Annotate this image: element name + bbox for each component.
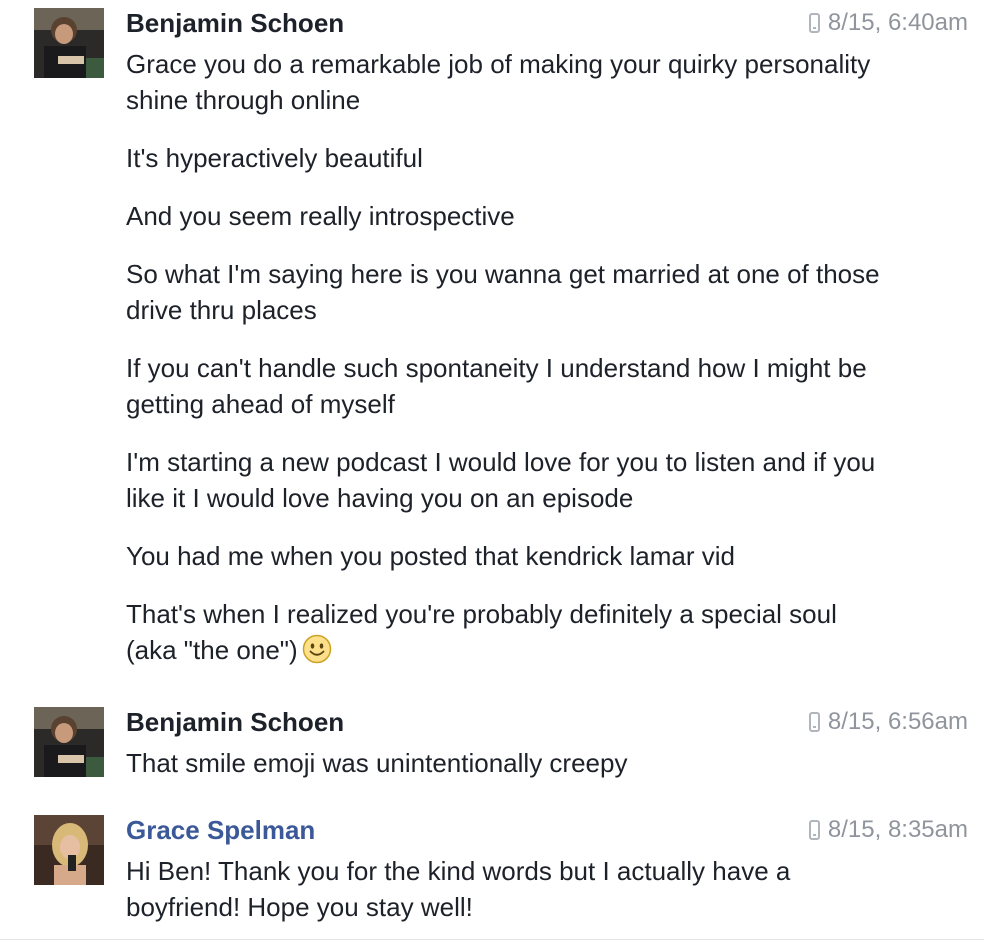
avatar-grace[interactable] [34, 815, 104, 885]
message-text: I'm starting a new podcast I would love … [126, 447, 876, 513]
message-text: And you seem really introspective [126, 201, 515, 231]
sender-name[interactable]: Benjamin Schoen [126, 8, 344, 38]
timestamp-text: 8/15, 8:35am [827, 816, 968, 843]
message-with-emoji: That's when I realized you're probably d… [126, 596, 886, 668]
message-text: Hi Ben! Thank you for the kind words but… [126, 856, 791, 922]
sender-name[interactable]: Benjamin Schoen [126, 707, 344, 737]
message-text: So what I'm saying here is you wanna get… [126, 259, 880, 325]
timestamp: 8/15, 6:40am [808, 8, 968, 38]
timestamp: 8/15, 6:56am [808, 707, 968, 737]
message-list: Hi Ben! Thank you for the kind words but… [126, 853, 886, 946]
mobile-phone-icon [808, 13, 820, 33]
message-text: You had me when you posted that kendrick… [126, 541, 735, 571]
message-list: That smile emoji was unintentionally cre… [126, 745, 886, 803]
message-text: If you can't handle such spontaneity I u… [126, 353, 867, 419]
timestamp-text: 8/15, 6:40am [827, 9, 968, 36]
profile-photo-icon [34, 8, 104, 78]
avatar-benjamin[interactable] [34, 8, 104, 78]
avatar-benjamin[interactable] [34, 707, 104, 777]
message-list: Grace you do a remarkable job of making … [126, 46, 886, 690]
message-text: That smile emoji was unintentionally cre… [126, 748, 628, 778]
smile-emoji-icon [302, 634, 331, 664]
timestamp-text: 8/15, 6:56am [827, 708, 968, 735]
message-thread: Benjamin Schoen 8/15, 6:40am Grace you d… [0, 0, 984, 946]
message-text: That's when I realized you're probably d… [126, 599, 837, 665]
mobile-phone-icon [808, 820, 820, 840]
message-text: It's hyperactively beautiful [126, 143, 423, 173]
timestamp: 8/15, 8:35am [808, 815, 968, 845]
sender-name[interactable]: Grace Spelman [126, 815, 315, 845]
profile-photo-icon [34, 815, 104, 885]
mobile-phone-icon [808, 712, 820, 732]
divider [0, 939, 984, 940]
message-text: Grace you do a remarkable job of making … [126, 49, 871, 115]
profile-photo-icon [34, 707, 104, 777]
